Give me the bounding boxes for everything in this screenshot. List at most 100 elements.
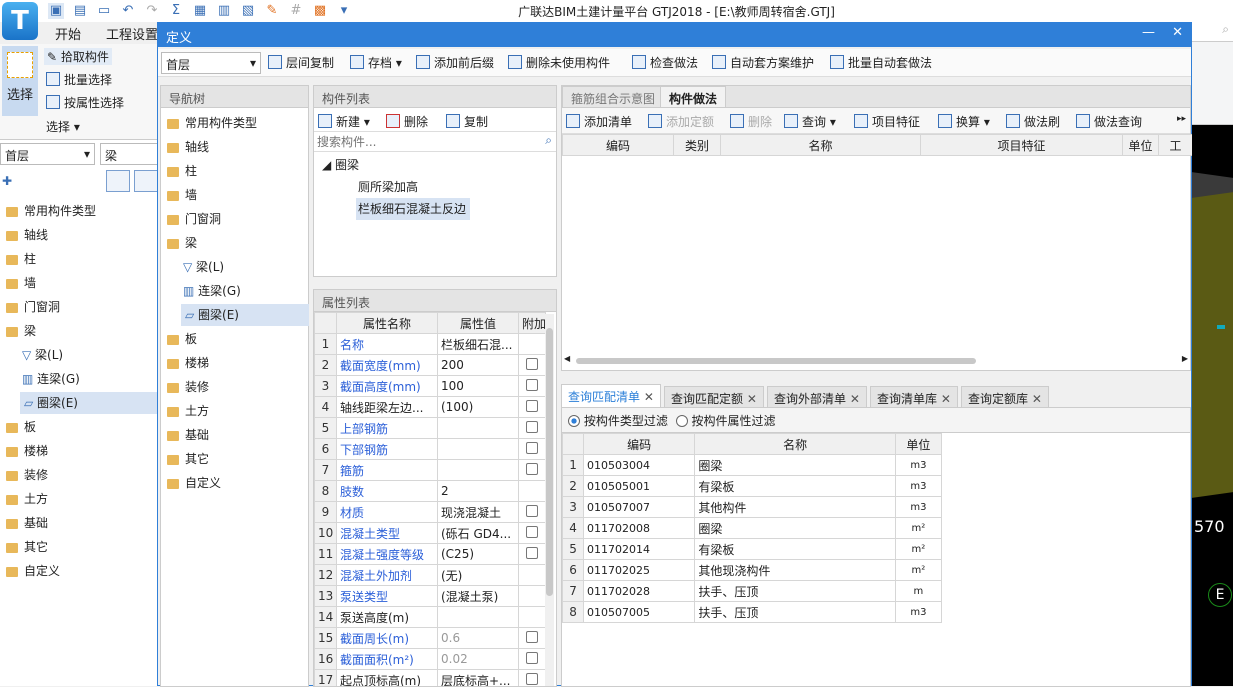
dialog-tool-button[interactable]: 自动套方案维护 — [712, 54, 814, 71]
tree-item[interactable]: 梁 — [167, 232, 197, 254]
tree-item[interactable]: 楼梯 — [167, 352, 209, 374]
property-row[interactable]: 3截面高度(mm)100 — [315, 376, 546, 397]
menu-project-settings[interactable]: 工程设置 — [106, 24, 158, 43]
query-row[interactable]: 8010507005扶手、压顶m3 — [563, 602, 942, 623]
tree-item[interactable]: 装修 — [6, 464, 48, 486]
scrollbar-thumb[interactable] — [576, 358, 976, 364]
method-tool-button[interactable]: 项目特征 — [854, 113, 920, 130]
property-row[interactable]: 7箍筋 — [315, 460, 546, 481]
property-scrollbar[interactable] — [545, 314, 554, 686]
property-row[interactable]: 10混凝土类型(砾石 GD4... — [315, 523, 546, 544]
property-row[interactable]: 8肢数2 — [315, 481, 546, 502]
property-row[interactable]: 16截面面积(m²)0.02 — [315, 649, 546, 670]
menu-start[interactable]: 开始 — [55, 24, 81, 43]
dialog-tool-button[interactable]: 删除未使用构件 — [508, 54, 610, 71]
property-value[interactable]: (混凝土泵) — [438, 586, 519, 607]
tree-item[interactable]: 柱 — [167, 160, 197, 182]
property-value[interactable] — [438, 418, 519, 439]
dialog-tool-button[interactable]: 层间复制 — [268, 54, 334, 71]
property-value[interactable]: 栏板细石混... — [438, 334, 519, 355]
attach-checkbox[interactable] — [526, 631, 538, 643]
component-item[interactable]: 厕所梁加高 — [322, 176, 548, 198]
type-dropdown[interactable]: 梁 — [100, 143, 158, 165]
property-row[interactable]: 6下部钢筋 — [315, 439, 546, 460]
app-logo[interactable]: T — [2, 2, 38, 40]
tree-item[interactable]: ▥ 连梁(G) — [183, 280, 241, 302]
copy-button[interactable]: 复制 — [446, 113, 488, 130]
tree-item[interactable]: ▽ 梁(L) — [22, 344, 63, 366]
dialog-tool-button[interactable]: 批量自动套做法 — [830, 54, 932, 71]
filter-by-attr-radio[interactable]: 按构件属性过滤 — [676, 414, 776, 428]
attach-checkbox[interactable] — [526, 358, 538, 370]
property-row[interactable]: 12混凝土外加剂(无) — [315, 565, 546, 586]
method-tool-button[interactable]: 添加清单 — [566, 113, 632, 130]
attach-checkbox[interactable] — [526, 442, 538, 454]
close-tab-icon[interactable]: ✕ — [640, 390, 654, 404]
property-value[interactable]: 200 — [438, 355, 519, 376]
attach-checkbox[interactable] — [526, 379, 538, 391]
method-tool-button[interactable]: 查询 ▾ — [784, 113, 836, 130]
tree-item[interactable]: 梁 — [6, 320, 36, 342]
property-row[interactable]: 1名称栏板细石混... — [315, 334, 546, 355]
tree-item[interactable]: 自定义 — [6, 560, 60, 582]
tree-item[interactable]: 土方 — [6, 488, 48, 510]
dialog-floor-dropdown[interactable]: 首层▾ — [161, 52, 261, 74]
property-row[interactable]: 11混凝土强度等级(C25) — [315, 544, 546, 565]
property-row[interactable]: 15截面周长(m)0.6 — [315, 628, 546, 649]
property-value[interactable]: 100 — [438, 376, 519, 397]
property-value[interactable]: 层底标高+... — [438, 670, 519, 687]
tree-item[interactable]: 基础 — [167, 424, 209, 446]
close-tab-icon[interactable]: ✕ — [846, 392, 860, 406]
tree-item[interactable]: 自定义 — [167, 472, 221, 494]
tree-item[interactable]: 轴线 — [167, 136, 209, 158]
attach-checkbox[interactable] — [526, 673, 538, 685]
property-value[interactable]: (100) — [438, 397, 519, 418]
query-row[interactable]: 7011702028扶手、压顶m — [563, 581, 942, 602]
close-tab-icon[interactable]: ✕ — [743, 392, 757, 406]
method-tool-button[interactable]: 做法查询 — [1076, 113, 1142, 130]
close-tab-icon[interactable]: ✕ — [937, 392, 951, 406]
tree-item[interactable]: 轴线 — [6, 224, 48, 246]
tree-item[interactable]: 常用构件类型 — [6, 200, 96, 222]
minimize-icon[interactable]: — — [1142, 25, 1155, 40]
property-value[interactable] — [438, 439, 519, 460]
close-icon[interactable]: ✕ — [1172, 25, 1183, 40]
grid-view-icon[interactable] — [134, 170, 158, 192]
query-row[interactable]: 3010507007其他构件m3 — [563, 497, 942, 518]
list-view-icon[interactable] — [106, 170, 130, 192]
tab-component-method[interactable]: 构件做法 — [660, 86, 726, 108]
select-button[interactable]: 选择 — [2, 46, 38, 116]
property-value[interactable] — [438, 460, 519, 481]
query-tab[interactable]: 查询定额库 ✕ — [961, 386, 1049, 408]
tree-item[interactable]: ▽ 梁(L) — [183, 256, 224, 278]
query-row[interactable]: 5011702014有梁板m² — [563, 539, 942, 560]
floor-dropdown[interactable]: 首层▾ — [0, 143, 95, 165]
select-group-menu[interactable]: 选择 ▾ — [46, 118, 80, 135]
tree-item[interactable]: 土方 — [167, 400, 209, 422]
dialog-tool-button[interactable]: 存档 ▾ — [350, 54, 402, 71]
attach-checkbox[interactable] — [526, 547, 538, 559]
scrollbar-thumb[interactable] — [546, 328, 553, 596]
method-tool-button[interactable]: 添加定额 — [648, 113, 714, 130]
property-value[interactable]: 0.6 — [438, 628, 519, 649]
query-row[interactable]: 4011702008圈梁m² — [563, 518, 942, 539]
tree-item[interactable]: 基础 — [6, 512, 48, 534]
property-row[interactable]: 2截面宽度(mm)200 — [315, 355, 546, 376]
component-search-input[interactable] — [314, 132, 534, 151]
property-value[interactable]: (C25) — [438, 544, 519, 565]
tree-item[interactable]: 装修 — [167, 376, 209, 398]
component-group[interactable]: ◢ 圈梁 — [322, 154, 548, 176]
property-row[interactable]: 9材质现浇混凝土 — [315, 502, 546, 523]
batch-select-button[interactable]: 批量选择 — [46, 71, 112, 88]
query-tab[interactable]: 查询匹配清单 ✕ — [561, 384, 661, 408]
property-value[interactable]: 现浇混凝土 — [438, 502, 519, 523]
3d-viewport[interactable]: 570 E — [1192, 125, 1233, 686]
attach-checkbox[interactable] — [526, 421, 538, 433]
tree-item[interactable]: 其它 — [167, 448, 209, 470]
query-tab[interactable]: 查询匹配定额 ✕ — [664, 386, 764, 408]
property-row[interactable]: 14泵送高度(m) — [315, 607, 546, 628]
method-tool-button[interactable]: 做法刷 — [1006, 113, 1060, 130]
component-item-selected[interactable]: 栏板细石混凝土反边 — [356, 198, 470, 220]
horizontal-scrollbar[interactable]: ◀▶ — [562, 356, 1190, 366]
tree-item[interactable]: ▱ 圈梁(E) — [181, 304, 309, 326]
